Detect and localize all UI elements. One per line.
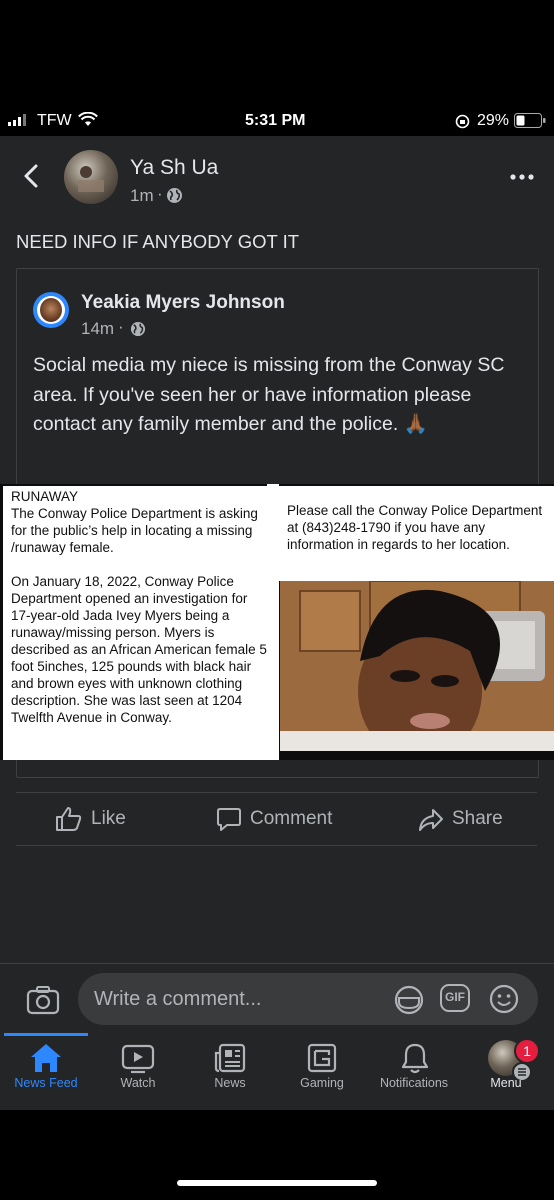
wifi-icon	[78, 112, 98, 127]
notice-heading: RUNAWAY	[11, 489, 78, 504]
notice-paragraph-1: The Conway Police Department is asking f…	[11, 506, 258, 555]
battery-percent: 29%	[477, 112, 510, 129]
tab-menu-label: Menu	[490, 1076, 522, 1090]
comment-input[interactable]: Write a comment... GIF	[78, 973, 538, 1025]
post-time: 1m	[130, 186, 154, 205]
globe-icon	[166, 187, 183, 204]
like-icon	[56, 807, 82, 831]
share-label: Share	[452, 808, 503, 829]
rotation-lock-icon	[455, 114, 470, 129]
back-button[interactable]	[20, 163, 42, 189]
actions-divider-top	[16, 792, 537, 793]
shared-author-avatar[interactable]	[33, 292, 69, 328]
missing-person-photo[interactable]	[280, 581, 554, 751]
home-indicator	[177, 1180, 377, 1186]
gif-label: GIF	[445, 990, 465, 1004]
camera-icon[interactable]	[26, 985, 60, 1015]
watch-icon	[121, 1044, 155, 1074]
tab-news-label: News	[214, 1076, 246, 1090]
bell-icon	[401, 1043, 429, 1074]
comment-button[interactable]: Comment	[216, 805, 356, 835]
image-divider	[267, 484, 279, 760]
author-avatar[interactable]	[64, 150, 118, 204]
more-options-icon[interactable]	[510, 174, 534, 180]
comment-icon	[217, 808, 241, 831]
news-icon	[214, 1043, 246, 1073]
menu-badge-count: 1	[523, 1043, 531, 1059]
emoji-icon[interactable]	[488, 983, 520, 1015]
shared-author-name[interactable]: Yeakia Myers Johnson	[81, 292, 285, 314]
battery-icon	[514, 113, 546, 129]
time-separator: ·	[157, 184, 163, 203]
home-icon	[31, 1044, 61, 1072]
shared-image-strip[interactable]: RUNAWAY The Conway Police Department is …	[0, 484, 554, 760]
share-button[interactable]: Share	[418, 805, 528, 835]
carrier-label: TFW	[37, 112, 72, 129]
tab-notifications-label: Notifications	[379, 1076, 449, 1090]
comment-label: Comment	[250, 808, 333, 829]
actions-divider-bottom	[16, 845, 537, 846]
post-text: NEED INFO IF ANYBODY GOT IT	[16, 231, 300, 252]
share-icon	[419, 809, 443, 831]
status-bar: TFW 5:31 PM 29%	[0, 108, 554, 136]
tab-news-feed-label: News Feed	[14, 1076, 78, 1090]
gif-button[interactable]: GIF	[440, 984, 470, 1012]
shared-time-separator: ·	[118, 317, 124, 336]
like-label: Like	[91, 808, 126, 829]
shared-post-time: 14m	[81, 319, 115, 338]
shared-post-text: Social media my niece is missing from th…	[33, 354, 505, 435]
author-name[interactable]: Ya Sh Ua	[130, 156, 218, 180]
contact-notice-image[interactable]: Please call the Conway Police Department…	[279, 486, 554, 581]
runaway-notice-image[interactable]: RUNAWAY The Conway Police Department is …	[3, 486, 267, 760]
clock: 5:31 PM	[245, 112, 306, 129]
globe-icon	[130, 321, 146, 337]
contact-text: Please call the Conway Police Department…	[287, 503, 543, 552]
sticker-icon[interactable]	[393, 984, 425, 1016]
like-button[interactable]: Like	[55, 805, 165, 835]
active-tab-indicator	[4, 1033, 88, 1036]
tab-gaming-label: Gaming	[300, 1076, 344, 1090]
notice-paragraph-2: On January 18, 2022, Conway Police Depar…	[11, 574, 267, 725]
composer-bar: Write a comment... GIF	[0, 963, 554, 1034]
menu-notification-badge: 1	[514, 1038, 540, 1064]
tab-watch-label: Watch	[120, 1076, 156, 1090]
gaming-icon	[307, 1043, 337, 1073]
signal-icon	[8, 114, 32, 126]
comment-placeholder: Write a comment...	[94, 988, 262, 1010]
